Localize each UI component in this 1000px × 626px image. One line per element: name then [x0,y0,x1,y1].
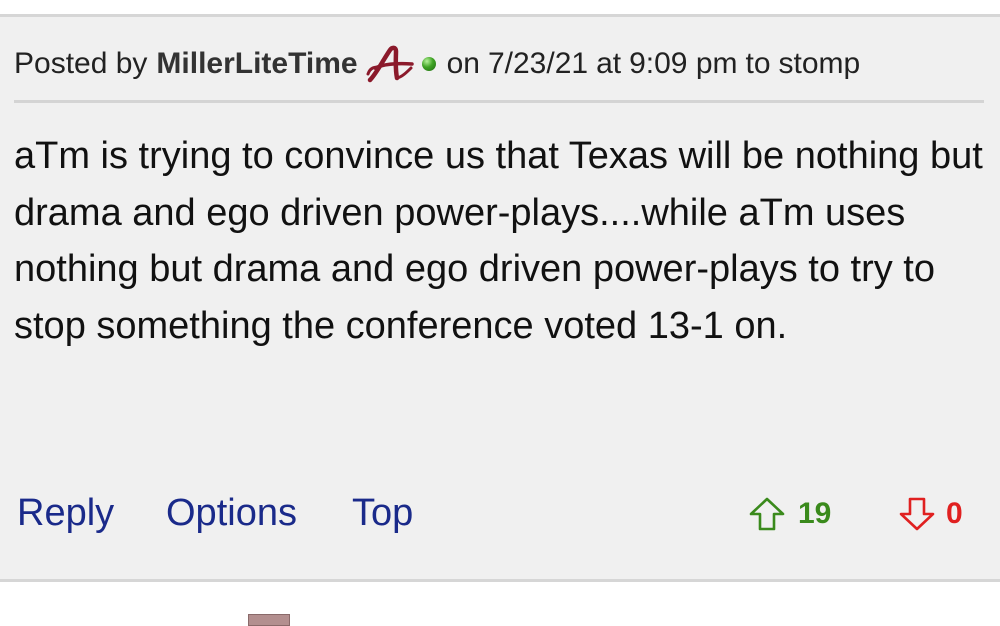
top-button[interactable]: Top [352,492,413,535]
top-strip [0,0,1000,14]
options-button[interactable]: Options [166,492,297,535]
header-divider [14,100,984,103]
post-date: 7/23/21 [487,47,589,80]
upvote-count: 19 [798,497,832,530]
downvote-count: 0 [946,497,963,530]
post-actions: Reply Options Top 19 0 [0,492,1000,542]
post-header: Posted by MillerLiteTime on 7/23/21 at 9… [14,44,986,84]
thumbs-up-arrow-icon [749,497,785,531]
upvote-button[interactable]: 19 [748,497,831,531]
on-label: on [446,47,480,80]
at-label: at [596,47,622,80]
downvote-button[interactable]: 0 [898,497,963,531]
author-link[interactable]: MillerLiteTime [156,47,357,81]
alabama-script-a-icon [366,44,416,84]
posted-by-label: Posted by [14,47,148,80]
to-label: to [745,47,771,80]
reply-button[interactable]: Reply [17,492,114,535]
next-post-avatar [248,614,290,626]
post-body: aTm is trying to convince us that Texas … [14,135,983,347]
thumbs-down-arrow-icon [899,497,935,531]
reply-to-user-link[interactable]: stomp [779,47,861,81]
online-status-dot-icon [421,57,436,71]
post-time: 9:09 pm [629,47,738,80]
